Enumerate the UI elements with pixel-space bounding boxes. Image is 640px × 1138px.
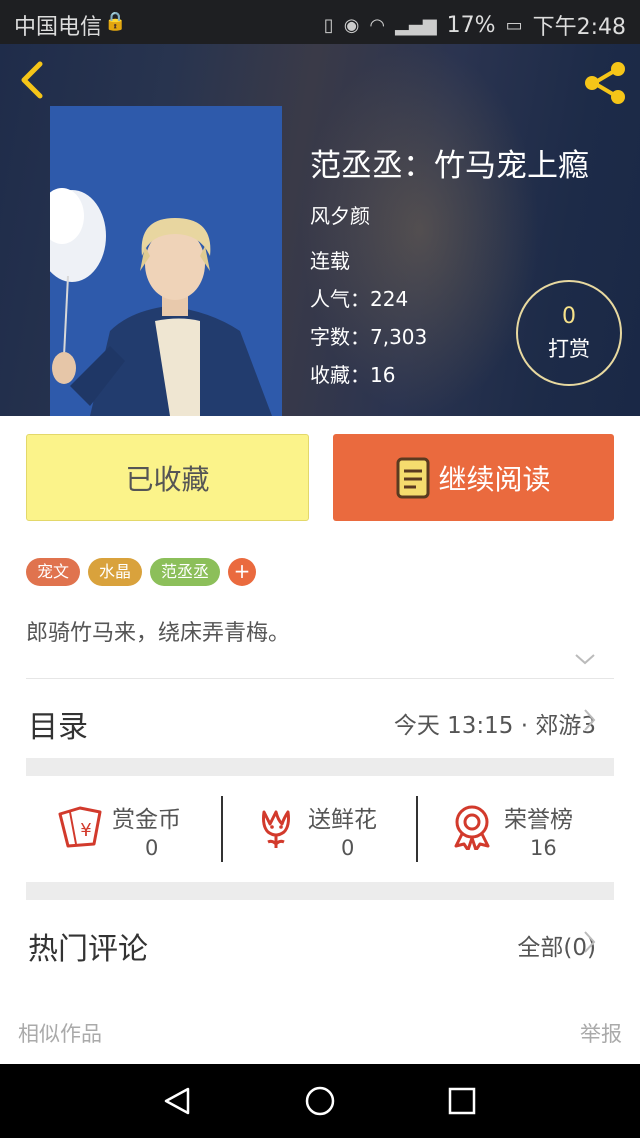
reward-coins-button[interactable]: ¥ 赏金币 0 xyxy=(56,796,216,868)
system-nav-bar xyxy=(0,1064,640,1138)
medal-icon xyxy=(454,805,490,850)
continue-reading-button[interactable]: 继续阅读 xyxy=(333,434,614,521)
add-tag-button[interactable]: + xyxy=(228,558,257,586)
tag-chip[interactable]: 宠文 xyxy=(26,558,81,586)
tip-label: 打赏 xyxy=(548,337,590,361)
chevron-right-icon xyxy=(584,709,596,731)
divider xyxy=(26,678,614,679)
book-icon xyxy=(396,457,430,498)
status-bar: 中国电信 🔒 ▯ ◉ ◠ ▂▄▆ 17% ▭ 下午2:48 xyxy=(0,0,640,44)
tip-button[interactable]: 0 打赏 xyxy=(516,280,622,386)
clock: 下午2:48 xyxy=(532,15,626,40)
coin-gift-icon: ¥ xyxy=(58,806,102,848)
book-description: 郎骑竹马来，绕床弄青梅。 xyxy=(26,621,291,646)
favorited-label: 已收藏 xyxy=(125,462,210,496)
home-circle-icon[interactable] xyxy=(304,1085,336,1117)
honor-board-value: 16 xyxy=(530,836,557,860)
vpn-lock-icon: 🔒 xyxy=(104,11,127,32)
battery-icon: ▭ xyxy=(505,14,523,36)
svg-text:¥: ¥ xyxy=(80,820,91,841)
vertical-divider xyxy=(221,796,223,862)
send-flowers-button[interactable]: 送鲜花 0 xyxy=(256,796,406,868)
book-author[interactable]: 风夕颜 xyxy=(310,200,370,229)
section-divider xyxy=(26,882,614,900)
back-arrow-icon[interactable] xyxy=(14,60,54,100)
reward-coins-value: 0 xyxy=(145,836,159,860)
favorited-button[interactable]: 已收藏 xyxy=(26,434,309,521)
chevron-down-icon[interactable] xyxy=(574,652,596,666)
recents-square-icon[interactable] xyxy=(448,1087,476,1115)
toc-latest-chapter: 今天 13:15 · 郊游3 xyxy=(393,713,596,739)
eye-icon: ◉ xyxy=(343,14,360,36)
toc-label: 目录 xyxy=(28,710,88,745)
book-title: 范丞丞：竹马宠上瘾 xyxy=(310,148,589,184)
wifi-icon: ◠ xyxy=(369,14,386,36)
carrier-label: 中国电信 xyxy=(14,15,103,40)
honor-board-label: 荣誉榜 xyxy=(504,807,573,833)
honor-board-button[interactable]: 荣誉榜 16 xyxy=(452,796,602,868)
send-flowers-label: 送鲜花 xyxy=(308,807,377,833)
tip-count: 0 xyxy=(562,304,576,329)
book-status: 连载 xyxy=(310,249,350,273)
continue-reading-label: 继续阅读 xyxy=(438,462,551,496)
send-flowers-value: 0 xyxy=(341,836,355,860)
section-divider xyxy=(26,758,614,776)
book-word-count: 字数：7,303 xyxy=(310,325,428,349)
similar-works-link[interactable]: 相似作品 xyxy=(18,1018,102,1048)
book-popularity: 人气：224 xyxy=(310,287,409,311)
reward-coins-label: 赏金币 xyxy=(112,807,181,833)
signal-icon: ▂▄▆ xyxy=(395,14,437,36)
vertical-divider xyxy=(416,796,418,862)
book-detail-body: 已收藏 继续阅读 宠文 水晶 范丞丞 + 郎骑竹马来，绕床弄青梅。 目录 今天 … xyxy=(0,416,640,1064)
chevron-right-icon xyxy=(584,931,596,953)
book-favorites: 收藏：16 xyxy=(310,363,396,387)
vibrate-icon: ▯ xyxy=(323,14,334,36)
share-icon[interactable] xyxy=(580,58,630,108)
tag-chip[interactable]: 范丞丞 xyxy=(150,558,221,586)
book-header: 范丞丞：竹马宠上瘾 风夕颜 连载 人气：224 字数：7,303 收藏：16 0… xyxy=(0,44,640,416)
tag-chip[interactable]: 水晶 xyxy=(88,558,143,586)
book-cover-image[interactable] xyxy=(50,106,282,416)
hot-comments-label: 热门评论 xyxy=(28,932,148,967)
report-link[interactable]: 举报 xyxy=(580,1018,622,1048)
tag-list: 宠文 水晶 范丞丞 + xyxy=(26,558,257,586)
back-triangle-icon[interactable] xyxy=(162,1086,192,1116)
flower-icon xyxy=(262,810,290,848)
battery-percent: 17% xyxy=(446,12,496,38)
